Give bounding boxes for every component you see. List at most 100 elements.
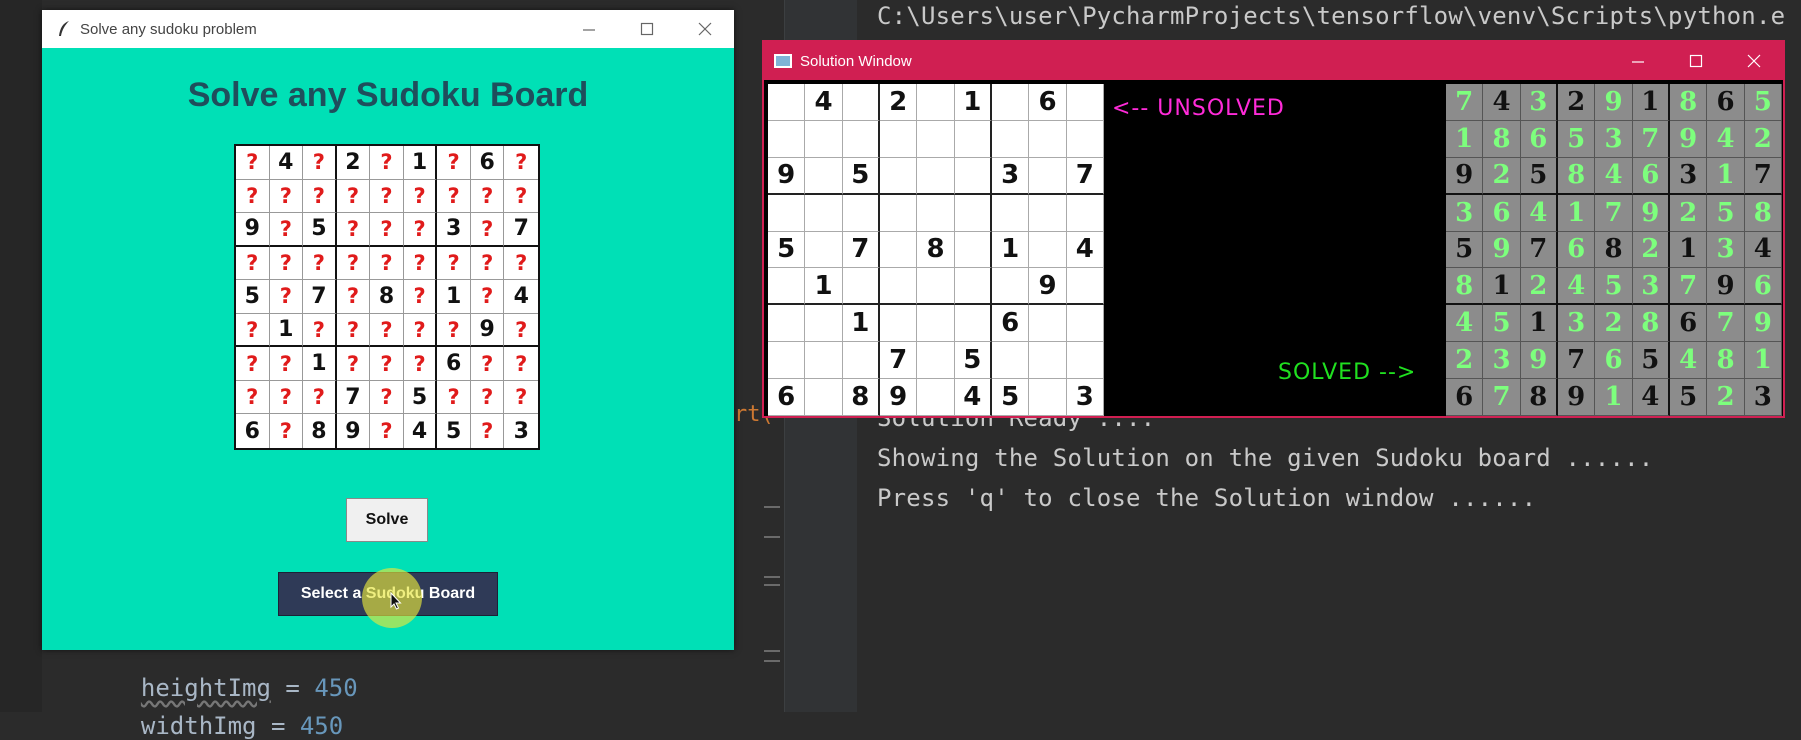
gutter-marker [764, 650, 780, 652]
input-board-cell-r7-c8: ? [470, 347, 505, 381]
unsolved-cell-r9-c7: 5 [991, 379, 1030, 416]
solved-cell-r5-c8: 3 [1707, 231, 1745, 269]
input-board-cell-r1-c6: 1 [403, 146, 438, 180]
input-board-cell-r3-c3: 5 [303, 213, 337, 247]
solved-cell-r4-c7: 2 [1669, 194, 1708, 232]
input-board-cell-r6-c9: ? [504, 314, 538, 348]
solved-label: SOLVED --> [1278, 360, 1417, 385]
unsolved-cell-r1-c5 [917, 84, 955, 121]
input-board-cell-r7-c1: ? [236, 347, 270, 381]
solved-cell-r1-c4: 2 [1557, 84, 1596, 121]
unsolved-cell-r4-c8 [1029, 194, 1067, 232]
input-board-cell-r4-c8: ? [470, 246, 505, 281]
minimize-button[interactable] [560, 10, 618, 48]
solved-cell-r4-c1: 3 [1446, 194, 1484, 232]
unsolved-cell-r1-c1 [768, 84, 806, 121]
unsolved-cell-r6-c6 [954, 268, 992, 306]
input-board-cell-r8-c4: 7 [336, 380, 371, 415]
input-board-cell-r6-c1: ? [236, 313, 270, 348]
input-board-cell-r5-c9: 4 [504, 280, 538, 314]
input-board-cell-r2-c6: ? [403, 179, 438, 214]
solved-cell-r8-c3: 9 [1520, 342, 1558, 380]
unsolved-cell-r8-c7 [991, 342, 1030, 380]
input-board-cell-r9-c7: 5 [437, 414, 471, 448]
solved-board: 7432918651865379429258463173641792585976… [1446, 84, 1782, 416]
unsolved-cell-r4-c7 [991, 194, 1030, 232]
solution-titlebar[interactable]: Solution Window [764, 42, 1783, 80]
solved-cell-r6-c7: 7 [1669, 268, 1708, 306]
unsolved-cell-r8-c4: 7 [879, 342, 918, 380]
input-board-cell-r2-c3: ? [303, 179, 337, 214]
unsolved-cell-r5-c6 [954, 231, 992, 269]
solved-cell-r9-c1: 6 [1446, 379, 1484, 416]
solved-cell-r3-c6: 6 [1632, 157, 1670, 195]
solved-cell-r9-c7: 5 [1669, 379, 1708, 416]
maximize-button[interactable] [1667, 42, 1725, 80]
gutter-marker [764, 536, 780, 538]
unsolved-cell-r7-c8 [1029, 305, 1067, 343]
select-board-button[interactable]: Select a Sudoku Board [278, 572, 498, 616]
unsolved-cell-r7-c7: 6 [991, 305, 1030, 343]
unsolved-cell-r8-c1 [768, 342, 806, 380]
close-button[interactable] [676, 10, 734, 48]
maximize-button[interactable] [618, 10, 676, 48]
input-board-cell-r9-c8: ? [471, 414, 505, 448]
unsolved-cell-r3-c2 [805, 157, 843, 195]
solve-button[interactable]: Solve [346, 498, 428, 542]
solved-cell-r4-c4: 1 [1557, 194, 1596, 232]
unsolved-cell-r8-c3 [842, 342, 880, 380]
solved-cell-r7-c9: 9 [1744, 305, 1782, 343]
unsolved-cell-r6-c7 [991, 268, 1030, 306]
input-board-cell-r3-c9: 7 [504, 213, 538, 247]
input-board-cell-r2-c5: ? [370, 179, 404, 214]
solved-cell-r9-c8: 2 [1707, 379, 1745, 416]
solved-cell-r2-c5: 3 [1595, 120, 1633, 158]
input-board-cell-r4-c3: ? [303, 246, 337, 281]
minimize-button[interactable] [1609, 42, 1667, 80]
unsolved-cell-r5-c1: 5 [768, 231, 806, 269]
mouse-cursor-icon [390, 591, 402, 614]
unsolved-cell-r2-c2 [805, 120, 843, 158]
solved-cell-r3-c2: 2 [1483, 157, 1521, 195]
app-titlebar[interactable]: Solve any sudoku problem [42, 10, 734, 48]
solved-cell-r1-c2: 4 [1483, 84, 1521, 121]
solved-cell-r5-c3: 7 [1520, 231, 1558, 269]
input-board-cell-r8-c8: ? [470, 380, 505, 415]
unsolved-cell-r6-c8: 9 [1029, 268, 1067, 306]
solved-cell-r2-c2: 8 [1483, 120, 1521, 158]
solved-cell-r1-c6: 1 [1632, 84, 1670, 121]
gutter-marker [764, 506, 780, 508]
input-board-cell-r2-c9: ? [504, 180, 538, 214]
solved-cell-r3-c8: 1 [1707, 157, 1745, 195]
input-board-cell-r8-c5: ? [370, 380, 404, 415]
input-board-cell-r1-c1: ? [236, 146, 270, 180]
input-board-cell-r5-c6: ? [403, 280, 438, 314]
unsolved-cell-r3-c4 [879, 157, 918, 195]
solved-cell-r5-c6: 2 [1632, 231, 1670, 269]
app-heading: Solve any Sudoku Board [187, 76, 589, 114]
input-board-cell-r5-c4: ? [336, 280, 371, 314]
unsolved-cell-r6-c4 [879, 268, 918, 306]
solved-cell-r1-c7: 8 [1669, 84, 1708, 121]
input-board-cell-r6-c8: 9 [470, 313, 505, 348]
solved-cell-r2-c1: 1 [1446, 120, 1484, 158]
solved-cell-r7-c4: 3 [1557, 305, 1596, 343]
solved-cell-r7-c6: 8 [1632, 305, 1670, 343]
close-button[interactable] [1725, 42, 1783, 80]
width-value: 450 [299, 712, 344, 740]
input-board-cell-r9-c5: ? [370, 414, 404, 448]
solved-cell-r5-c4: 6 [1557, 231, 1596, 269]
unsolved-cell-r9-c8 [1029, 379, 1067, 416]
unsolved-cell-r4-c9 [1066, 194, 1104, 232]
solved-cell-r6-c6: 3 [1632, 268, 1670, 306]
solved-cell-r2-c9: 2 [1744, 120, 1782, 158]
unsolved-cell-r9-c3: 8 [842, 379, 880, 416]
solved-cell-r2-c4: 5 [1557, 120, 1596, 158]
solution-window: Solution Window 421695375781419167568945… [762, 40, 1785, 418]
unsolved-cell-r9-c6: 4 [954, 379, 992, 416]
unsolved-cell-r3-c8 [1029, 157, 1067, 195]
solved-cell-r6-c3: 2 [1520, 268, 1558, 306]
input-board-cell-r4-c1: ? [236, 246, 270, 281]
terminal-line-press-q: Press 'q' to close the Solution window .… [877, 484, 1537, 512]
unsolved-cell-r4-c3 [842, 194, 880, 232]
